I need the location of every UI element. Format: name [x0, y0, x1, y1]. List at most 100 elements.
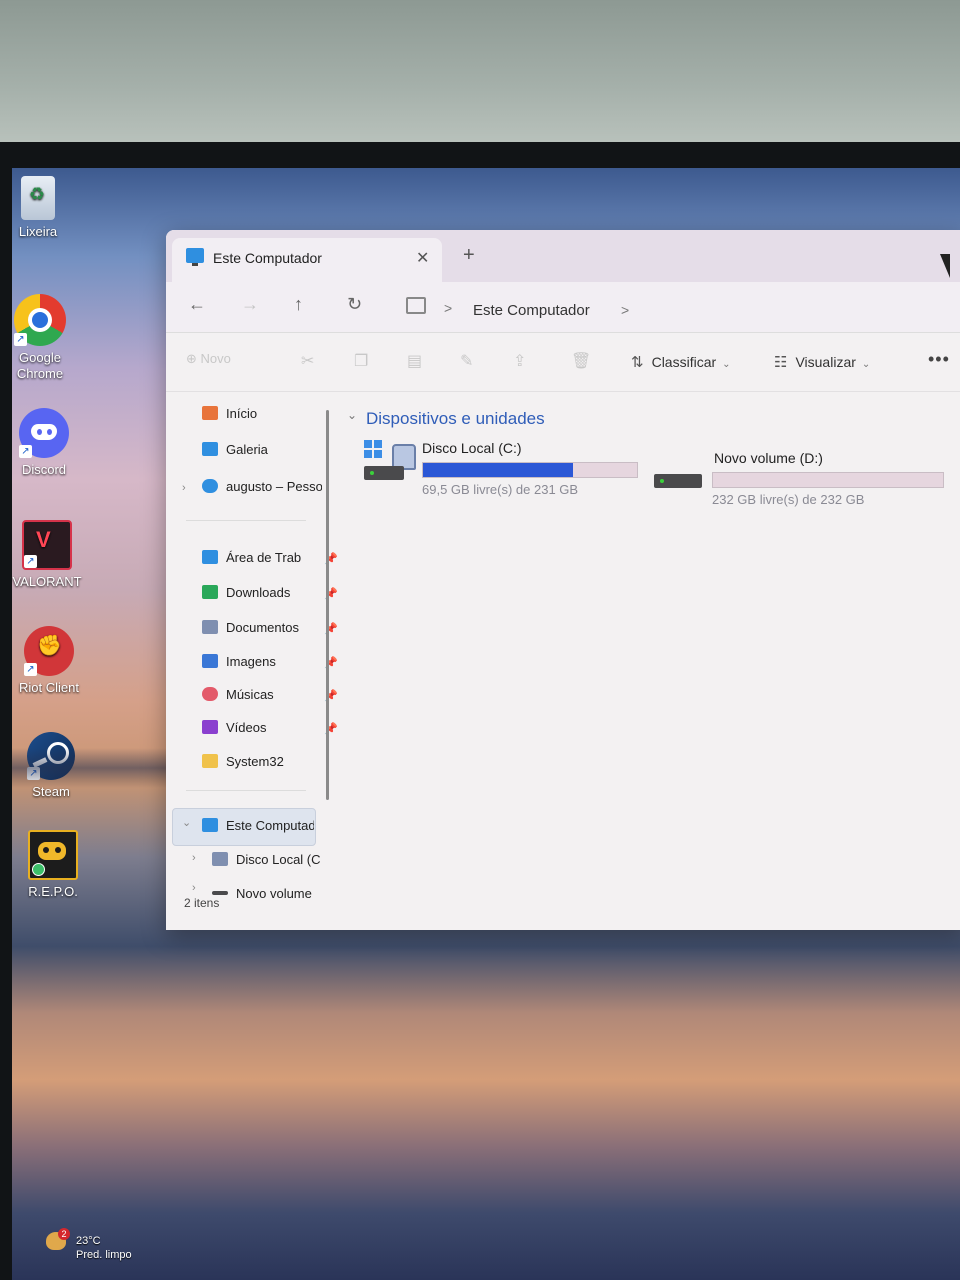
desktop-icon-valorant[interactable]: V ↗ VALORANT [12, 520, 86, 590]
sidebar-item-label: augusto – Pesso [226, 479, 322, 494]
view-button[interactable]: ☷ Visualizar ⌄ [774, 353, 870, 371]
collapse-chevron-icon[interactable]: ⌄ [182, 816, 191, 829]
desktop-icon-label: Google Chrome [16, 350, 64, 381]
desktop-icon-steam[interactable]: ↗ Steam [12, 732, 90, 800]
sidebar-item-label: Vídeos [226, 720, 267, 735]
command-bar: ⊕ Novo ✂ ❐ ▤ ✎ ⇪ 🗑 ⇅ Classificar ⌄ ☷ Visual… [166, 333, 960, 392]
music-icon [202, 687, 218, 701]
sidebar-scrollbar[interactable] [326, 410, 329, 800]
sidebar-item-label: Início [226, 406, 258, 421]
navigation-pane: Início Galeria › augusto – Pesso Área de… [166, 392, 338, 912]
breadcrumb-este-computador[interactable]: Este Computador [473, 302, 590, 319]
breadcrumb-separator-icon: > [444, 300, 453, 316]
expand-chevron-icon[interactable]: › [192, 852, 196, 864]
desktop-icon-label: VALORANT [12, 574, 82, 589]
riot-client-icon: ✊ ↗ [24, 626, 74, 676]
shortcut-arrow-icon: ↗ [24, 555, 37, 568]
file-explorer-window: Este Computador ✕ + ← → ↑ ↻ > Este Compu… [166, 230, 960, 930]
sort-button[interactable]: ⇅ Classificar ⌄ [631, 353, 731, 371]
sidebar-item-label: Galeria [226, 442, 268, 457]
shortcut-arrow-icon: ↗ [19, 445, 32, 458]
sidebar-item-area-de-trabalho[interactable]: Área de Trab 📌 [202, 550, 342, 574]
sidebar-item-system32[interactable]: System32 [202, 754, 342, 778]
paste-icon[interactable]: ▤ [407, 351, 422, 371]
breadcrumb-chevron-icon[interactable]: > [621, 302, 629, 318]
new-tab-button[interactable]: + [463, 244, 475, 267]
sidebar-item-downloads[interactable]: Downloads 📌 [202, 585, 342, 609]
back-arrow-icon[interactable]: ← [188, 294, 206, 315]
hard-drive-icon [654, 474, 702, 488]
drive-name: Novo volume (D:) [714, 450, 823, 466]
sidebar-item-este-computador[interactable]: Este Computado [202, 818, 314, 842]
recycle-bin-icon: ♻ [21, 176, 55, 220]
gallery-icon [202, 442, 218, 456]
pictures-icon [202, 654, 218, 668]
desktop-icon-recycle-bin[interactable]: ♻ Lixeira [12, 176, 77, 240]
drive-tile-d[interactable]: Novo volume (D:) 232 GB livre(s) de 232 … [654, 450, 954, 520]
steam-icon: ↗ [27, 732, 75, 780]
rename-icon[interactable]: ✎ [460, 351, 473, 371]
sidebar-item-imagens[interactable]: Imagens 📌 [202, 654, 342, 678]
sidebar-item-onedrive[interactable]: augusto – Pesso [202, 479, 322, 503]
download-icon [202, 585, 218, 599]
desktop-icon-repo[interactable]: R.E.P.O. [14, 830, 92, 900]
drive-usage-fill [423, 463, 573, 477]
desktop-icon-discord[interactable]: ↗ Discord [12, 408, 83, 478]
close-tab-icon[interactable]: ✕ [416, 248, 429, 268]
sidebar-item-label: Documentos [226, 620, 299, 635]
new-button[interactable]: ⊕ Novo [186, 351, 231, 367]
drive-usage-bar [712, 472, 944, 488]
section-title-dispositivos[interactable]: Dispositivos e unidades [366, 409, 545, 429]
expand-chevron-icon[interactable]: › [182, 482, 186, 494]
valorant-icon: V ↗ [22, 520, 72, 570]
delete-icon[interactable]: 🗑 [571, 351, 591, 371]
tab-title: Este Computador [213, 250, 322, 266]
sidebar-item-label: Downloads [226, 585, 291, 600]
drive-usage-bar [422, 462, 638, 478]
more-options-icon[interactable]: ••• [928, 349, 950, 370]
desktop-folder-icon [202, 550, 218, 564]
desktop-icon-riot-client[interactable]: ✊ ↗ Riot Client [12, 626, 88, 696]
desktop-icon-label: R.E.P.O. [28, 884, 78, 899]
mouse-cursor-icon [940, 254, 950, 278]
copy-icon[interactable]: ❐ [354, 351, 368, 371]
desktop-icon-chrome[interactable]: ↗ Google Chrome [12, 294, 79, 382]
drive-name: Disco Local (C:) [422, 440, 522, 456]
sort-label: Classificar [651, 354, 717, 370]
desktop-icon-label: Riot Client [19, 680, 79, 695]
shortcut-arrow-icon: ↗ [14, 333, 27, 346]
drive-icon [212, 852, 228, 866]
sidebar-item-label: Este Computado [226, 818, 314, 833]
sidebar-item-documentos[interactable]: Documentos 📌 [202, 620, 342, 644]
desktop-icon-label: Steam [32, 784, 70, 799]
section-collapse-chevron-icon[interactable]: ⌄ [347, 408, 357, 422]
sidebar-item-inicio[interactable]: Início [202, 406, 342, 430]
notification-badge: 2 [58, 1228, 70, 1240]
expand-chevron-icon[interactable]: › [192, 882, 196, 894]
chrome-icon: ↗ [14, 294, 66, 346]
cut-icon[interactable]: ✂ [301, 351, 314, 371]
hard-drive-icon [364, 466, 404, 480]
sort-icon: ⇅ [631, 354, 644, 371]
sidebar-item-label: Novo volume [236, 886, 312, 901]
status-item-count: 2 itens [184, 896, 220, 910]
share-icon[interactable]: ⇪ [513, 351, 526, 371]
tab-este-computador[interactable]: Este Computador ✕ [172, 238, 442, 282]
sidebar-item-galeria[interactable]: Galeria [202, 442, 342, 466]
sidebar-item-disco-local-c[interactable]: Disco Local (C [212, 852, 322, 876]
tab-bar: Este Computador ✕ + [166, 230, 960, 282]
forward-arrow-icon[interactable]: → [241, 294, 259, 315]
repo-game-icon [28, 830, 78, 880]
drive-icon [212, 891, 228, 895]
home-icon [202, 406, 218, 420]
drive-free-space: 232 GB livre(s) de 232 GB [712, 492, 865, 507]
sidebar-item-novo-volume[interactable]: Novo volume [212, 886, 322, 902]
this-pc-icon [186, 248, 204, 266]
sidebar-item-videos[interactable]: Vídeos 📌 [202, 720, 342, 744]
refresh-icon[interactable]: ↻ [347, 294, 362, 315]
sidebar-item-musicas[interactable]: Músicas 📌 [202, 687, 342, 711]
up-arrow-icon[interactable]: ↑ [294, 294, 303, 315]
weather-temperature: 23°C [76, 1235, 101, 1247]
monitor-icon [406, 297, 426, 314]
drive-tile-c[interactable]: Disco Local (C:) 69,5 GB livre(s) de 231… [364, 440, 654, 510]
